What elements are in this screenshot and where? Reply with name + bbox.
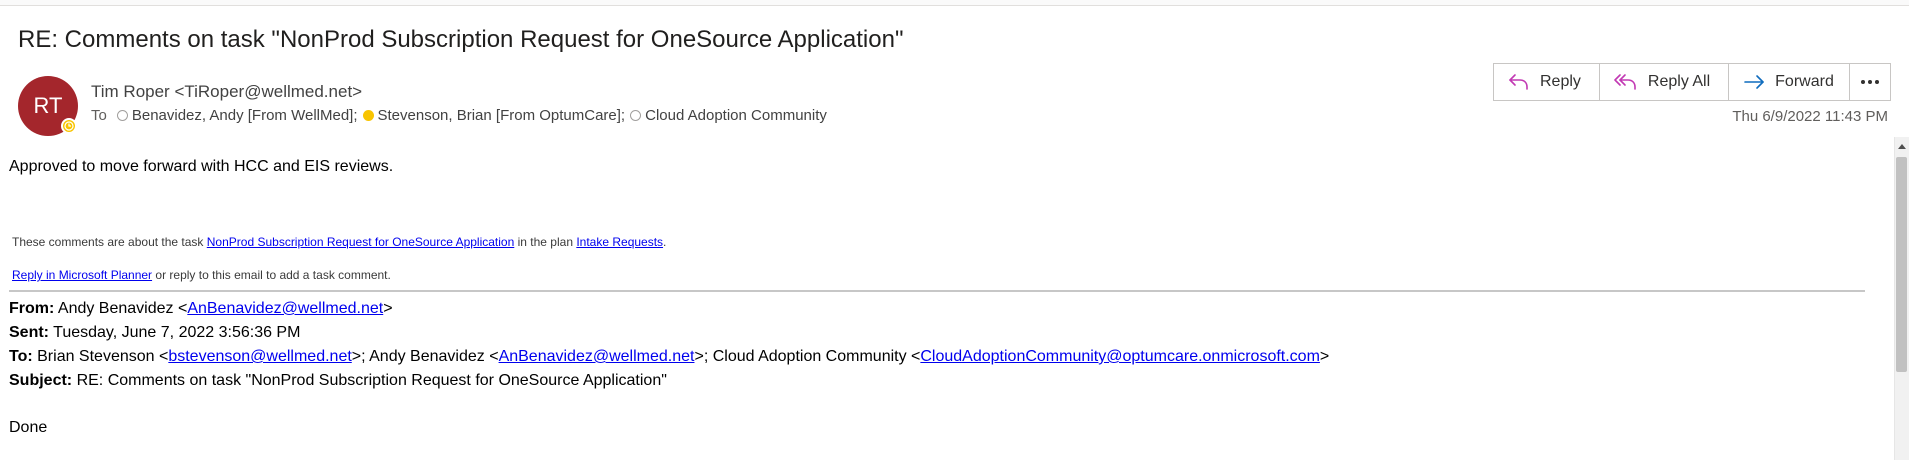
reply-all-button[interactable]: Reply All xyxy=(1599,64,1730,100)
recipient[interactable]: Cloud Adoption Community xyxy=(630,107,827,124)
recipient-name: Benavidez, Andy [From WellMed]; xyxy=(131,107,358,124)
reply-all-label: Reply All xyxy=(1647,73,1711,90)
quoted-to: To: Brian Stevenson <bstevenson@wellmed.… xyxy=(9,348,1329,366)
subject-value: RE: Comments on task "NonProd Subscripti… xyxy=(72,372,667,389)
to-email-link[interactable]: CloudAdoptionCommunity@optumcare.onmicro… xyxy=(920,348,1320,365)
forward-icon xyxy=(1744,75,1764,89)
plan-link[interactable]: Intake Requests xyxy=(576,235,663,249)
scrollbar-thumb[interactable] xyxy=(1896,157,1907,372)
recipient[interactable]: Benavidez, Andy [From WellMed]; xyxy=(116,107,358,124)
message-actions: Reply Reply All Forward xyxy=(1493,63,1853,101)
sent-label: Sent: xyxy=(9,324,49,341)
recipient-name: Stevenson, Brian [From OptumCare]; xyxy=(377,107,626,124)
to-part: Brian Stevenson < xyxy=(32,348,169,365)
to-part: >; Andy Benavidez < xyxy=(351,348,499,365)
clock-icon xyxy=(61,118,77,134)
recipient[interactable]: Stevenson, Brian [From OptumCare]; xyxy=(362,107,626,124)
more-icon xyxy=(1861,80,1879,84)
planner-comments-note: These comments are about the task NonPro… xyxy=(12,235,666,249)
from-close: > xyxy=(383,300,393,317)
to-label: To xyxy=(91,107,107,124)
quote-divider xyxy=(9,290,1865,292)
quoted-from: From: Andy Benavidez <AnBenavidez@wellme… xyxy=(9,300,393,318)
presence-offline-icon xyxy=(630,110,642,121)
sender[interactable]: Tim Roper <TiRoper@wellmed.net> xyxy=(91,82,362,102)
reply-all-icon xyxy=(1614,74,1636,90)
recipient-name: Cloud Adoption Community xyxy=(645,107,827,124)
planner-reply-note: Reply in Microsoft Planner or reply to t… xyxy=(12,268,391,282)
presence-away-icon xyxy=(362,110,374,121)
quoted-body: Done xyxy=(9,419,48,436)
recipients-line: To Benavidez, Andy [From WellMed]; Steve… xyxy=(91,107,827,124)
to-part: >; Cloud Adoption Community < xyxy=(694,348,921,365)
reply-icon xyxy=(1509,74,1528,90)
message-timestamp: Thu 6/9/2022 11:43 PM xyxy=(1732,108,1888,125)
forward-label: Forward xyxy=(1775,73,1834,90)
reply-in-planner-link[interactable]: Reply in Microsoft Planner xyxy=(12,268,152,282)
to-email-link[interactable]: AnBenavidez@wellmed.net xyxy=(499,348,695,365)
sent-value: Tuesday, June 7, 2022 3:56:36 PM xyxy=(49,324,301,341)
message-body-text: Approved to move forward with HCC and EI… xyxy=(9,158,394,175)
email-subject: RE: Comments on task "NonProd Subscripti… xyxy=(18,26,904,53)
more-actions-button[interactable] xyxy=(1849,63,1891,101)
comments-prefix: These comments are about the task xyxy=(12,235,207,249)
to-label-quoted: To: xyxy=(9,348,33,365)
from-name: Andy Benavidez < xyxy=(54,300,188,317)
reply-label: Reply xyxy=(1540,73,1581,90)
to-part: > xyxy=(1319,348,1330,365)
avatar-initials: RT xyxy=(33,93,63,118)
subject-label: Subject: xyxy=(9,372,73,389)
to-email-link[interactable]: bstevenson@wellmed.net xyxy=(168,348,351,365)
window-top-edge xyxy=(0,0,1909,6)
quoted-sent: Sent: Tuesday, June 7, 2022 3:56:36 PM xyxy=(9,324,300,342)
reply-button[interactable]: Reply xyxy=(1494,64,1600,100)
task-link[interactable]: NonProd Subscription Request for OneSour… xyxy=(207,235,515,249)
from-label: From: xyxy=(9,300,55,317)
quoted-subject: Subject: RE: Comments on task "NonProd S… xyxy=(9,372,667,390)
from-email-link[interactable]: AnBenavidez@wellmed.net xyxy=(187,300,383,317)
comments-suffix: . xyxy=(663,235,667,249)
comments-mid: in the plan xyxy=(514,235,577,249)
forward-button[interactable]: Forward xyxy=(1729,64,1852,100)
presence-offline-icon xyxy=(116,110,128,121)
reply-suffix: or reply to this email to add a task com… xyxy=(152,268,391,282)
scroll-up-arrow-icon[interactable] xyxy=(1896,140,1908,152)
